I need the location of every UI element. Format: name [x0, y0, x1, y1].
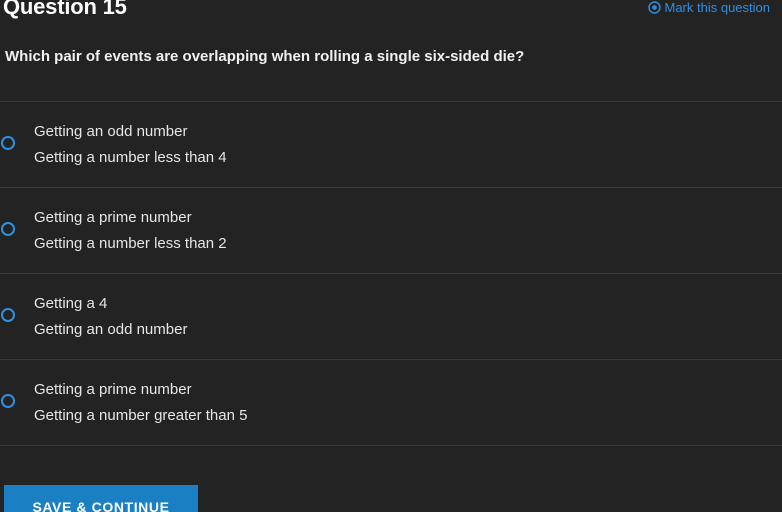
option-line-2: Getting a number less than 4 — [34, 149, 227, 166]
option-line-2: Getting a number greater than 5 — [34, 407, 248, 424]
radio-button[interactable] — [1, 136, 15, 150]
option-line-1: Getting a 4 — [34, 295, 108, 312]
question-header: Question 15 Mark this question — [0, 0, 782, 22]
save-continue-button[interactable]: SAVE & CONTINUE — [4, 485, 198, 512]
option-line-2: Getting an odd number — [34, 321, 188, 338]
radio-button[interactable] — [1, 222, 15, 236]
answer-options: Getting an odd number Getting a number l… — [0, 101, 782, 446]
mark-question-label: Mark this question — [664, 0, 771, 15]
option-line-2: Getting a number less than 2 — [34, 235, 227, 252]
question-text: Which pair of events are overlapping whe… — [5, 48, 525, 65]
radio-button[interactable] — [1, 308, 15, 322]
option-line-1: Getting a prime number — [34, 381, 192, 398]
answer-option-2[interactable]: Getting a prime number Getting a number … — [0, 187, 782, 273]
answer-option-4[interactable]: Getting a prime number Getting a number … — [0, 359, 782, 446]
option-line-1: Getting an odd number — [34, 123, 188, 140]
target-icon — [647, 1, 661, 14]
mark-question-link[interactable]: Mark this question — [647, 0, 771, 15]
quiz-page: Question 15 Mark this question Which pai… — [0, 0, 782, 512]
answer-option-3[interactable]: Getting a 4 Getting an odd number — [0, 273, 782, 359]
question-title: Question 15 — [3, 0, 127, 19]
answer-option-1[interactable]: Getting an odd number Getting a number l… — [0, 101, 782, 187]
radio-button[interactable] — [1, 394, 15, 408]
option-line-1: Getting a prime number — [34, 209, 192, 226]
